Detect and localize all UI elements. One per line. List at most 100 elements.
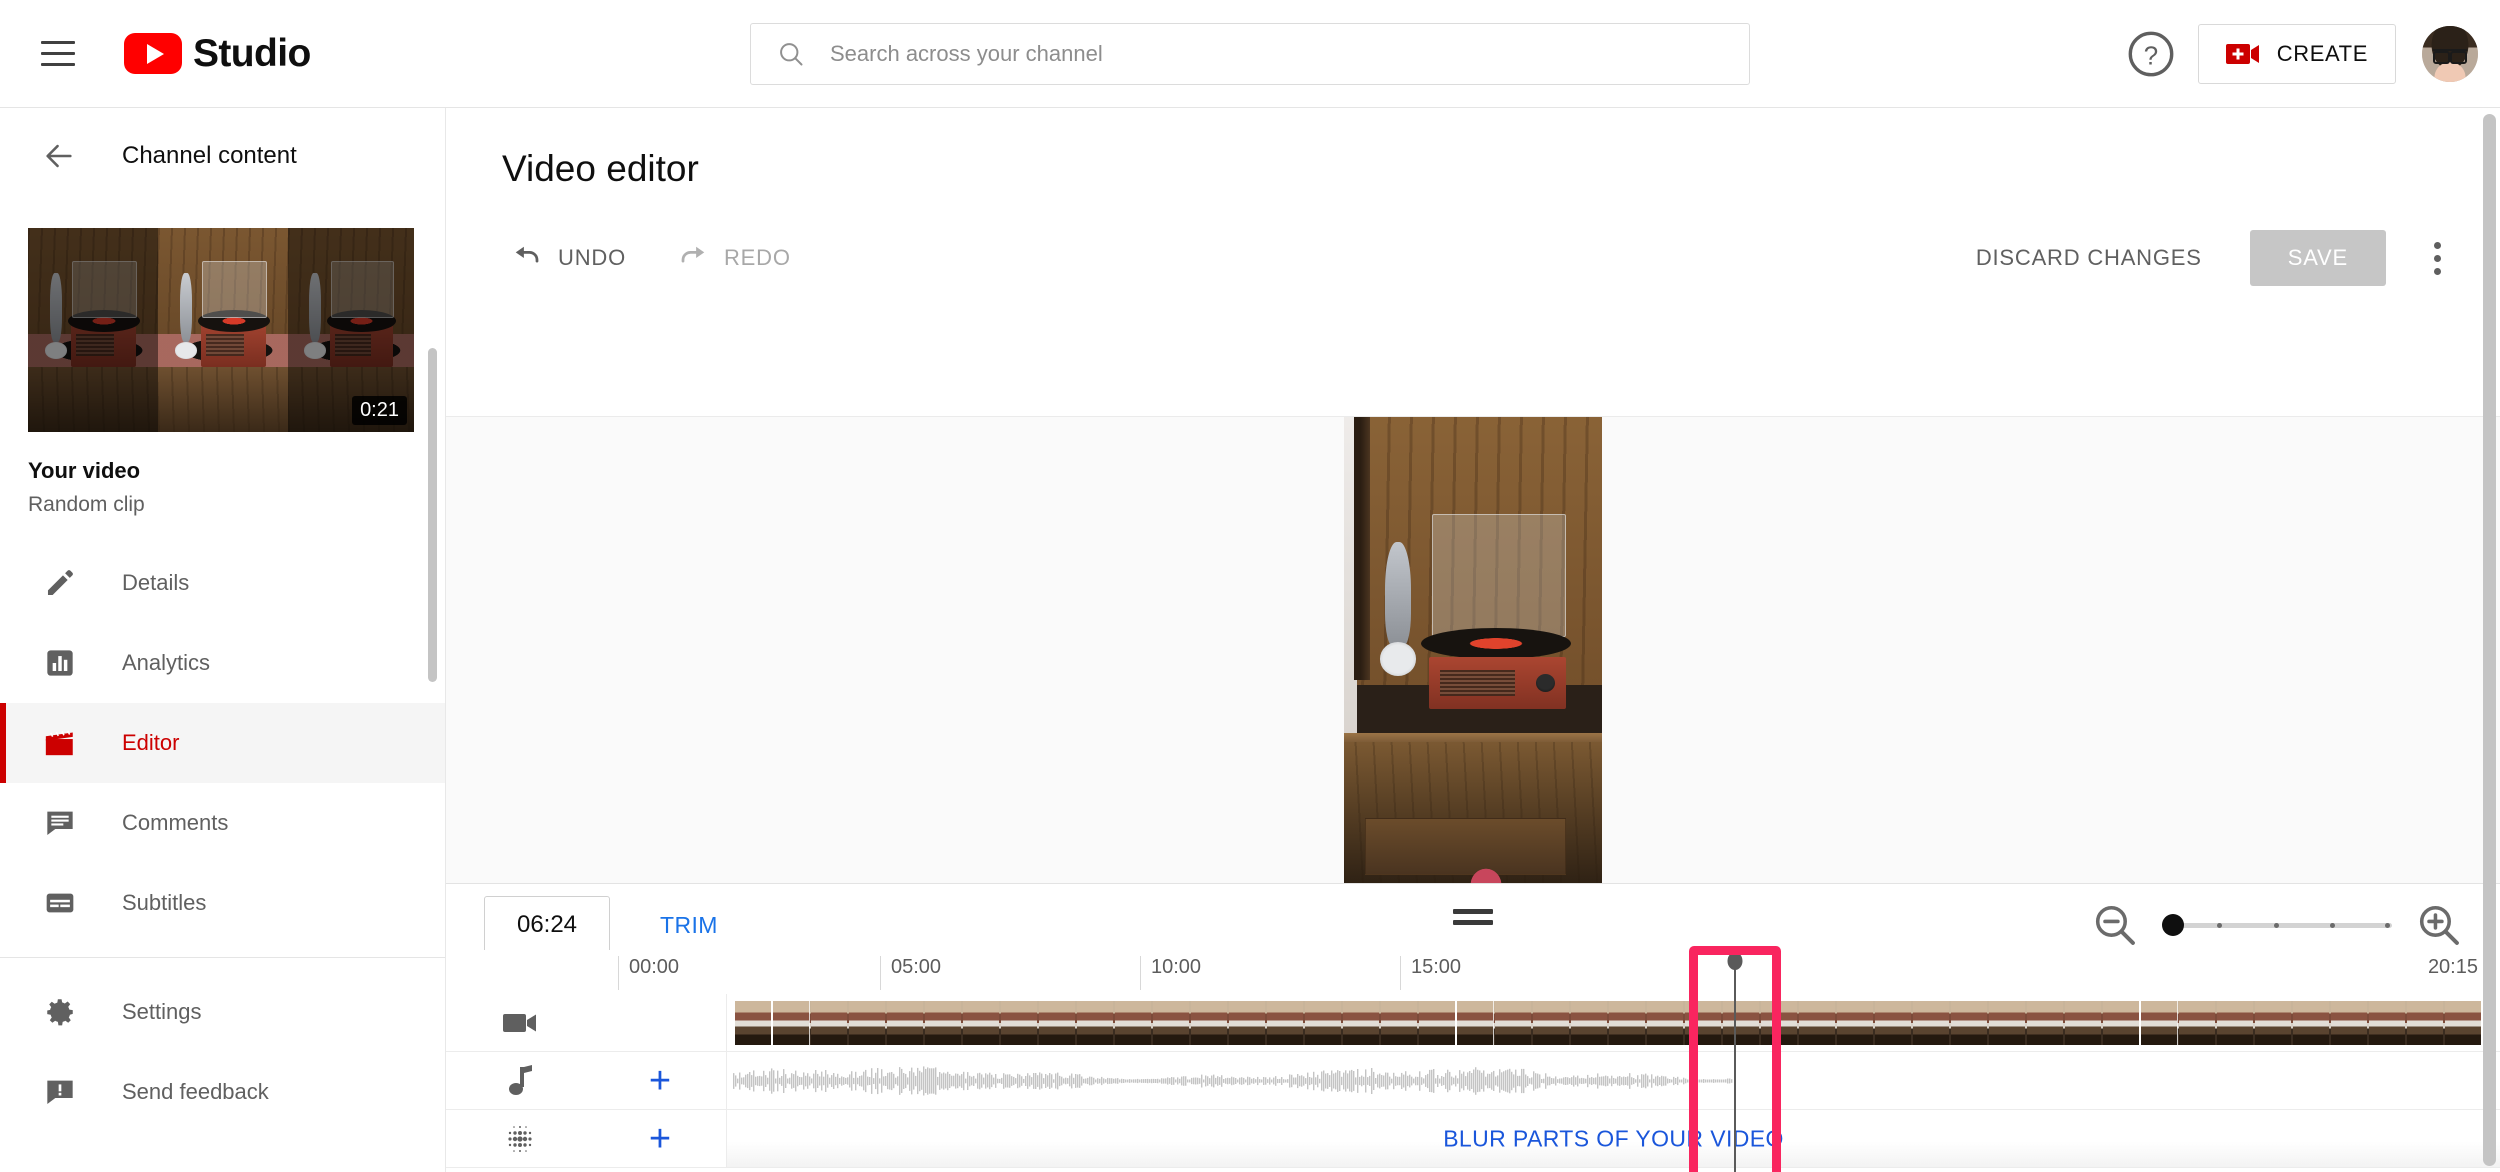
video-track-body[interactable] bbox=[726, 994, 2500, 1051]
feedback-icon bbox=[40, 1072, 80, 1112]
undo-arrow-icon bbox=[515, 246, 539, 263]
sidebar-item-label: Analytics bbox=[122, 650, 211, 675]
sidebar-item-editor[interactable]: Editor bbox=[0, 703, 445, 783]
search-box[interactable] bbox=[750, 23, 1750, 85]
zoom-out-icon[interactable] bbox=[2090, 900, 2140, 950]
hamburger-bar bbox=[41, 41, 75, 44]
video-preview bbox=[446, 416, 2500, 884]
sidebar-item-send-feedback[interactable]: Send feedback bbox=[0, 1052, 445, 1132]
video-thumbnail[interactable]: 0:21 bbox=[28, 228, 414, 432]
undo-button-label: UNDO bbox=[558, 245, 626, 270]
video-preview-frame[interactable] bbox=[1344, 417, 1602, 883]
thumbnail-panel bbox=[28, 228, 158, 432]
search-bar bbox=[750, 23, 1750, 85]
create-button-label: CREATE bbox=[2276, 41, 2368, 66]
bar-chart-icon bbox=[40, 643, 80, 683]
video-plus-icon bbox=[2225, 44, 2259, 64]
add-blur-button[interactable]: + bbox=[594, 1120, 726, 1158]
hamburger-bar bbox=[41, 63, 75, 66]
clapperboard-icon bbox=[40, 723, 80, 763]
sidebar-item-subtitles[interactable]: Subtitles bbox=[0, 863, 445, 943]
track-video[interactable] bbox=[446, 994, 2500, 1052]
track-audio[interactable]: + bbox=[446, 1052, 2500, 1110]
top-bar: Studio ? CREATE bbox=[0, 0, 2500, 108]
track-blur[interactable]: + BLUR PARTS OF YOUR VIDEO bbox=[446, 1110, 2500, 1168]
back-to-channel-content[interactable]: Channel content bbox=[0, 108, 445, 204]
thumbnail-panel bbox=[158, 228, 288, 432]
page-scrollbar[interactable] bbox=[2483, 114, 2496, 1166]
zoom-controls bbox=[2090, 896, 2464, 954]
redo-arrow-icon bbox=[681, 246, 705, 263]
avatar[interactable] bbox=[2422, 26, 2478, 82]
timeline-ruler[interactable]: 00:00 05:00 10:00 15:00 20:15 bbox=[446, 950, 2500, 994]
trim-button[interactable]: TRIM bbox=[646, 896, 732, 954]
hamburger-icon[interactable] bbox=[26, 22, 90, 86]
undo-button[interactable]: UNDO bbox=[498, 230, 640, 286]
sidebar-item-label: Editor bbox=[122, 730, 180, 755]
pencil-icon bbox=[40, 563, 80, 603]
timeline-toolbar: 06:24 TRIM bbox=[446, 884, 2500, 954]
thumbnail-duration-badge: 0:21 bbox=[352, 396, 407, 425]
hamburger-bar bbox=[41, 52, 75, 55]
timeline-tracks: + + BLUR PARTS OF YOUR VIDEO bbox=[446, 994, 2500, 1172]
sidebar: Channel content 0:21 Your video Random c… bbox=[0, 108, 446, 1172]
sidebar-item-label: Send feedback bbox=[122, 1079, 269, 1104]
search-input[interactable] bbox=[830, 41, 1749, 67]
sidebar-item-analytics[interactable]: Analytics bbox=[0, 623, 445, 703]
zoom-slider-tick bbox=[2273, 922, 2279, 928]
subtitles-icon bbox=[40, 883, 80, 923]
ruler-label: 10:00 bbox=[1140, 956, 1201, 990]
music-note-icon bbox=[446, 1064, 594, 1097]
zoom-slider-tick bbox=[2385, 922, 2391, 928]
studio-logo[interactable]: Studio bbox=[124, 32, 311, 76]
zoom-slider[interactable] bbox=[2162, 900, 2392, 950]
sidebar-item-comments[interactable]: Comments bbox=[0, 783, 445, 863]
current-time-field[interactable]: 06:24 bbox=[484, 896, 610, 954]
create-button[interactable]: CREATE bbox=[2197, 24, 2396, 84]
blur-parts-cta[interactable]: BLUR PARTS OF YOUR VIDEO bbox=[1443, 1125, 1784, 1152]
ruler-label: 05:00 bbox=[880, 956, 941, 990]
redo-button[interactable]: REDO bbox=[664, 230, 805, 286]
blur-dots-icon bbox=[446, 1123, 594, 1155]
drag-handle-icon[interactable] bbox=[1453, 906, 1493, 928]
sidebar-divider bbox=[0, 957, 445, 958]
editor-action-bar: UNDO REDO DISCARD CHANGES SAVE bbox=[446, 220, 2500, 296]
audio-waveform bbox=[733, 1066, 1733, 1096]
sidebar-back-label: Channel content bbox=[122, 142, 297, 169]
ruler-label: 20:15 bbox=[2427, 956, 2478, 978]
ruler-label: 00:00 bbox=[618, 956, 679, 990]
add-audio-button[interactable]: + bbox=[594, 1062, 726, 1100]
save-button[interactable]: SAVE bbox=[2249, 230, 2386, 286]
sidebar-item-label: Subtitles bbox=[122, 890, 207, 915]
search-icon bbox=[780, 43, 803, 66]
video-camera-icon bbox=[446, 1010, 594, 1036]
sidebar-nav: Details Analytics Editor Comments Subtit… bbox=[0, 543, 445, 1132]
sidebar-item-settings[interactable]: Settings bbox=[0, 972, 445, 1052]
sidebar-scrollbar[interactable] bbox=[428, 348, 437, 682]
sidebar-video-subtitle: Random clip bbox=[28, 493, 145, 516]
page-title: Video editor bbox=[502, 148, 699, 189]
top-bar-actions: ? CREATE bbox=[2124, 0, 2478, 108]
zoom-slider-knob[interactable] bbox=[2162, 914, 2184, 936]
sidebar-item-label: Settings bbox=[122, 999, 202, 1024]
svg-text:?: ? bbox=[2144, 42, 2158, 70]
video-filmstrip[interactable] bbox=[735, 1001, 2481, 1045]
discard-changes-button[interactable]: DISCARD CHANGES bbox=[1962, 230, 2216, 286]
editor-save-actions: DISCARD CHANGES SAVE bbox=[1962, 230, 2462, 286]
gear-icon bbox=[40, 992, 80, 1032]
blur-track-body[interactable]: BLUR PARTS OF YOUR VIDEO bbox=[726, 1110, 2500, 1167]
main-content: Video editor UNDO REDO DISCARD CHANGES S… bbox=[446, 108, 2500, 1172]
more-vertical-icon[interactable] bbox=[2412, 230, 2462, 286]
zoom-in-icon[interactable] bbox=[2414, 900, 2464, 950]
zoom-slider-tick bbox=[2329, 922, 2335, 928]
sidebar-item-label: Details bbox=[122, 570, 190, 595]
youtube-logo-icon bbox=[124, 33, 182, 74]
help-circle-icon[interactable]: ? bbox=[2124, 27, 2178, 81]
sidebar-item-details[interactable]: Details bbox=[0, 543, 445, 623]
avatar-glasses bbox=[2433, 49, 2467, 64]
sidebar-video-title: Your video bbox=[28, 458, 141, 483]
redo-button-label: REDO bbox=[723, 245, 791, 270]
audio-track-body[interactable] bbox=[726, 1052, 2500, 1109]
ruler-label: 15:00 bbox=[1400, 956, 1461, 990]
arrow-left-icon bbox=[46, 144, 72, 168]
